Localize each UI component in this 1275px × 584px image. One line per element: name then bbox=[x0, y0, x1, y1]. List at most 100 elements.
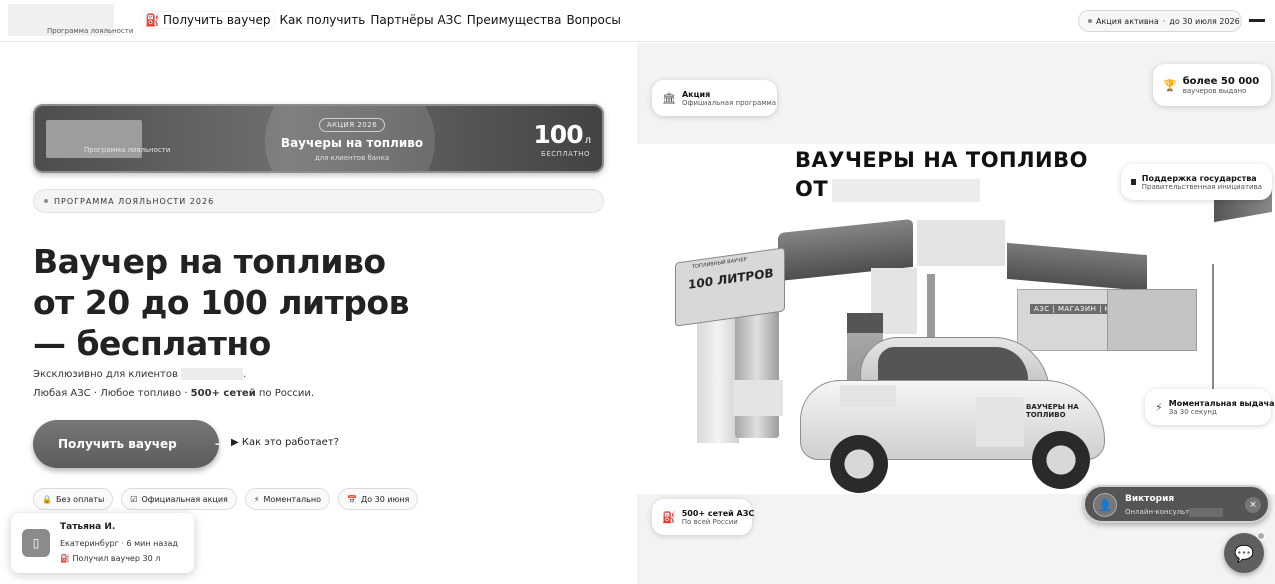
status-badge: Акция активна · до 30 июля 2026 bbox=[1078, 10, 1242, 32]
trophy-icon: 🏆 bbox=[1163, 78, 1177, 92]
sign-big-text: 100 ЛИТРОВ bbox=[688, 265, 774, 292]
hero-title-line-1: ВАУЧЕРЫ НА ТОПЛИВО bbox=[795, 148, 1088, 172]
feature-chips: 🔒 Без оплаты ☑ Официальная акция ⚡ Моментал… bbox=[33, 488, 419, 510]
logo[interactable]: Программа лояльности bbox=[8, 4, 133, 36]
fuel-pump-icon: ⛽ bbox=[662, 510, 676, 524]
fuel-pump-icon: ⛽ bbox=[145, 13, 160, 27]
description-line-1-end: . bbox=[243, 369, 247, 380]
toast-name: Татьяна И. bbox=[60, 522, 116, 532]
banner-tag: АКЦИЯ 2026 bbox=[319, 118, 385, 132]
program-label: ПРОГРАММА ЛОЯЛЬНОСТИ 2026 bbox=[33, 189, 604, 213]
bank-name-redacted bbox=[832, 178, 981, 202]
left-column: Программа лояльности АКЦИЯ 2026 Ваучеры … bbox=[0, 43, 637, 584]
description: Эксклюзивно для клиентов . Любая АЗС · Л… bbox=[33, 365, 314, 403]
chip-label: Моментально bbox=[263, 494, 321, 504]
card-subtitle: Официальная программа bbox=[681, 98, 777, 107]
pump-logo-redacted bbox=[733, 380, 783, 416]
nav-faq[interactable]: Вопросы bbox=[566, 13, 620, 27]
chat-consultant-card[interactable]: 👤 Виктория Онлайн-консультант × bbox=[1083, 485, 1270, 523]
page-title: Ваучер на топливо от 20 до 100 литров — … bbox=[33, 241, 409, 364]
card-subtitle: За 30 секунд bbox=[1168, 407, 1217, 416]
status-dot-icon bbox=[1088, 19, 1092, 23]
banner-title: Ваучеры на топливо bbox=[280, 136, 424, 150]
main-nav: ⛽ Получить ваучер Как получить Партнёры … bbox=[141, 12, 621, 28]
how-it-works-link[interactable]: ▶ Как это работает? bbox=[231, 437, 339, 448]
card-government-support: Поддержка государства Правительственная и… bbox=[1121, 164, 1272, 200]
banner-subtitle: для клиентов банка bbox=[314, 154, 390, 162]
toast-result: ⛽ Получил ваучер 30 л bbox=[60, 554, 160, 563]
car-door-logo-redacted bbox=[976, 397, 1024, 447]
flag-icon bbox=[1131, 179, 1136, 185]
bullet-icon bbox=[44, 199, 48, 203]
card-instant-issue: ⚡ Моментальная выдача За 30 секунд bbox=[1145, 389, 1275, 425]
pump-left bbox=[697, 313, 739, 443]
pillar bbox=[927, 274, 935, 344]
banner-free: БЕСПЛАТНО bbox=[541, 150, 590, 158]
lightning-icon: ⚡ bbox=[1155, 400, 1163, 414]
consultant-name: Виктория bbox=[1125, 494, 1175, 504]
nav-how-to-get[interactable]: Как получить bbox=[279, 13, 365, 27]
bank-name-redacted bbox=[181, 368, 244, 380]
canopy-right bbox=[1007, 242, 1147, 292]
fuel-pump-icon: ⛽ bbox=[60, 554, 70, 563]
card-title: Моментальная выдача bbox=[1168, 398, 1275, 408]
page: Программа лояльности ⛽ Получить ваучер К… bbox=[0, 0, 1275, 584]
calendar-icon: 📅 bbox=[346, 494, 357, 504]
amount-value: 100 bbox=[533, 120, 583, 149]
hero-title-line-2: ОТ bbox=[795, 177, 829, 201]
card-vouchers-issued: 🏆 более 50 000 ваучеров выдано bbox=[1153, 64, 1271, 106]
bank-icon: 🏛 bbox=[662, 91, 676, 105]
chip-official: ☑ Официальная акция bbox=[121, 488, 237, 510]
phone-icon: ▯ bbox=[22, 529, 50, 557]
toast-result-text: Получил ваучер 30 л bbox=[72, 554, 161, 563]
card-subtitle: ваучеров выдано bbox=[1182, 86, 1247, 95]
nav-get-voucher[interactable]: ⛽ Получить ваучер bbox=[141, 12, 275, 28]
play-icon: ▶ bbox=[231, 437, 239, 448]
wheel-front bbox=[830, 435, 888, 493]
toast-meta: Екатеринбург · 6 мин назад bbox=[60, 539, 178, 548]
menu-icon[interactable] bbox=[1249, 19, 1265, 22]
description-line-2a: Любая АЗС · Любое топливо · bbox=[33, 388, 191, 399]
hero-title: ВАУЧЕРЫ НА ТОПЛИВО ОТ bbox=[795, 146, 1088, 204]
status-until: до 30 июля 2026 bbox=[1169, 16, 1240, 26]
lightning-icon: ⚡ bbox=[253, 494, 260, 504]
nav-advantages[interactable]: Преимущества bbox=[467, 13, 562, 27]
amount-unit: л bbox=[584, 135, 591, 146]
notification-dot bbox=[1257, 532, 1265, 540]
close-icon[interactable]: × bbox=[1245, 497, 1261, 513]
consultant-bank-redacted bbox=[1189, 508, 1223, 517]
chip-instant: ⚡ Моментально bbox=[244, 488, 330, 510]
promo-banner: Программа лояльности АКЦИЯ 2026 Ваучеры … bbox=[33, 104, 604, 173]
headline-line-3: — бесплатно bbox=[33, 324, 271, 363]
arrow-right-icon: → bbox=[214, 437, 225, 451]
top-bar: Программа лояльности ⛽ Получить ваучер К… bbox=[0, 0, 1275, 42]
car-text: ВАУЧЕРЫ НА ТОПЛИВО bbox=[1026, 403, 1079, 419]
canopy-logo-redacted bbox=[917, 220, 1005, 266]
chat-button[interactable]: 💬 bbox=[1224, 532, 1265, 573]
user-avatar-icon: 👤 bbox=[1093, 493, 1117, 517]
card-official-action: 🏛 Акция Официальная программа bbox=[652, 80, 777, 116]
wheel-rear bbox=[1032, 431, 1090, 489]
description-highlight: 500+ сетей bbox=[190, 388, 256, 399]
card-subtitle: Правительственная инициатива bbox=[1141, 182, 1262, 191]
headline-line-2: от 20 до 100 литров bbox=[33, 283, 409, 322]
chat-bubble-icon: 💬 bbox=[1234, 543, 1254, 563]
car-illustration: ВАУЧЕРЫ НА ТОПЛИВО bbox=[800, 335, 1105, 493]
card-title: более 50 000 bbox=[1182, 75, 1260, 87]
description-line-1: Эксклюзивно для клиентов bbox=[33, 369, 178, 380]
lock-icon: 🔒 bbox=[42, 494, 52, 504]
nav-partners[interactable]: Партнёры АЗС bbox=[370, 13, 461, 27]
get-voucher-button[interactable]: Получить ваучер → bbox=[33, 420, 225, 468]
shop-annex bbox=[1107, 289, 1197, 351]
cta-label: Получить ваучер bbox=[58, 437, 177, 451]
status-text: Акция активна bbox=[1096, 16, 1159, 26]
banner-logo-caption: Программа лояльности bbox=[84, 146, 171, 154]
card-stations: ⛽ 500+ сетей АЗС По всей России bbox=[652, 499, 754, 535]
hero-panel: 🏛 Акция Официальная программа 🏆 более 50 … bbox=[637, 43, 1275, 584]
banner-amount: 100 л bbox=[533, 120, 591, 149]
chip-label: Без оплаты bbox=[55, 494, 105, 504]
car-window bbox=[878, 347, 1028, 381]
how-label: Как это работает? bbox=[241, 437, 339, 448]
chip-label: До 30 июня bbox=[360, 494, 410, 504]
recent-activity-toast: ▯ Татьяна И. Екатеринбург · 6 мин назад … bbox=[11, 513, 194, 573]
